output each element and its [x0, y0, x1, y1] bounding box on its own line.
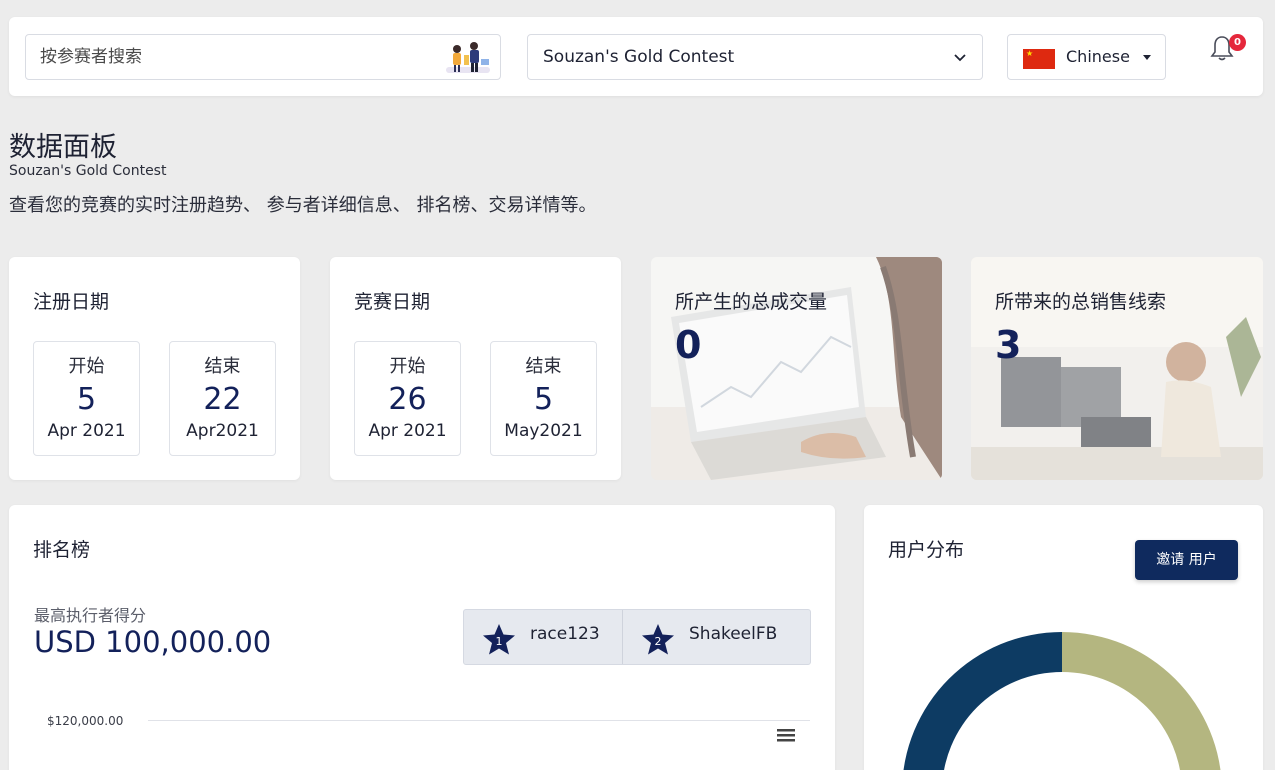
contest-dates-card: 竞赛日期 开始 26 Apr 2021 结束 5 May2021	[330, 257, 621, 480]
contest-dates-title: 竞赛日期	[354, 291, 431, 313]
total-leads-value: 3	[995, 323, 1022, 367]
notification-badge: 0	[1229, 34, 1246, 51]
rank-chips: 1 race123 2 ShakeelFB	[463, 609, 811, 665]
contest-select-value: Souzan's Gold Contest	[543, 47, 735, 67]
start-month: Apr 2021	[368, 421, 447, 441]
menu-icon[interactable]	[776, 727, 796, 743]
user-distribution-card: 用户分布 邀请 用户	[864, 505, 1263, 770]
search-box[interactable]	[25, 34, 501, 80]
top-performer-score: USD 100,000.00	[34, 625, 272, 659]
start-day: 5	[76, 382, 97, 417]
page-title: 数据面板	[9, 132, 117, 163]
total-trades-title: 所产生的总成交量	[675, 291, 828, 313]
rank-chip-2[interactable]: 2 ShakeelFB	[622, 610, 810, 664]
participants-illustration-icon	[446, 42, 490, 73]
registration-dates-card: 注册日期 开始 5 Apr 2021 结束 22 Apr2021	[9, 257, 300, 480]
rank-name: ShakeelFB	[689, 624, 778, 644]
search-input[interactable]	[40, 35, 440, 79]
start-day: 26	[388, 382, 427, 417]
rank-star-icon: 1	[483, 624, 515, 655]
rank-star-icon: 2	[642, 624, 674, 655]
invite-users-button[interactable]: 邀请 用户	[1135, 540, 1238, 580]
end-month: Apr2021	[186, 421, 259, 441]
user-distribution-title: 用户分布	[888, 539, 965, 561]
end-label: 结束	[525, 356, 562, 377]
chevron-down-icon	[954, 54, 966, 62]
language-label: Chinese	[1066, 47, 1130, 66]
leaderboard-card: 排名榜 最高执行者得分 USD 100,000.00 1 race123 2 S…	[9, 505, 835, 770]
chart-gridline	[148, 720, 810, 721]
end-day: 22	[203, 382, 242, 417]
total-trades-card: 所产生的总成交量 0	[651, 257, 942, 480]
y-axis-tick-label: $120,000.00	[47, 714, 124, 728]
contest-start-box: 开始 26 Apr 2021	[354, 341, 461, 456]
donut-segment-b	[1062, 632, 1221, 770]
top-bar: Souzan's Gold Contest ★ Chinese	[9, 17, 1263, 96]
language-select[interactable]: ★ Chinese	[1007, 34, 1166, 80]
total-leads-title: 所带来的总销售线索	[995, 291, 1167, 313]
registration-dates-title: 注册日期	[33, 291, 110, 313]
rank-number: 2	[655, 635, 662, 648]
registration-start-box: 开始 5 Apr 2021	[33, 341, 140, 456]
caret-down-icon	[1143, 55, 1151, 60]
end-label: 结束	[204, 356, 241, 377]
end-month: May2021	[504, 421, 583, 441]
donut-segment-a	[903, 632, 1062, 770]
rank-chip-1[interactable]: 1 race123	[464, 610, 622, 664]
top-performer-label: 最高执行者得分	[34, 606, 147, 625]
start-label: 开始	[389, 356, 426, 377]
rank-number: 1	[496, 635, 503, 648]
contest-select[interactable]: Souzan's Gold Contest	[527, 34, 983, 80]
registration-end-box: 结束 22 Apr2021	[169, 341, 276, 456]
china-flag-icon: ★	[1023, 49, 1055, 69]
end-day: 5	[533, 382, 554, 417]
start-month: Apr 2021	[47, 421, 126, 441]
distribution-donut-chart	[903, 632, 1221, 770]
page-description: 查看您的竞赛的实时注册趋势、 参与者详细信息、 排名榜、交易详情等。	[9, 195, 597, 216]
leaderboard-title: 排名榜	[33, 539, 91, 561]
page-subtitle: Souzan's Gold Contest	[9, 163, 167, 179]
rank-name: race123	[530, 624, 600, 644]
total-leads-card: 所带来的总销售线索 3	[971, 257, 1263, 480]
start-label: 开始	[68, 356, 105, 377]
total-trades-value: 0	[675, 323, 702, 367]
contest-end-box: 结束 5 May2021	[490, 341, 597, 456]
